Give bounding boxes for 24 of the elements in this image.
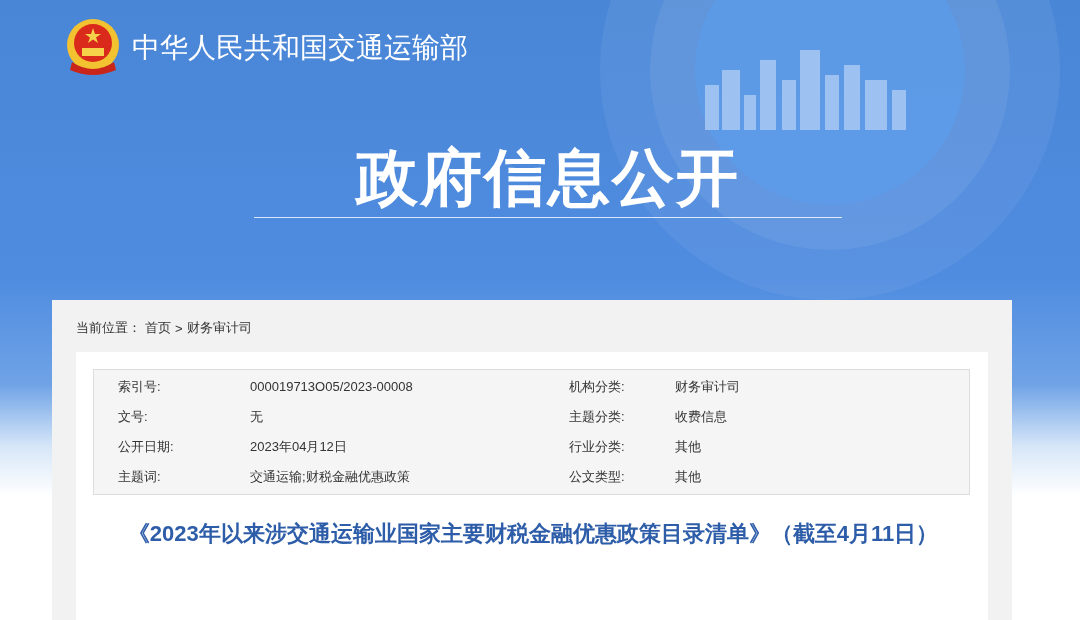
info-label: 索引号: bbox=[118, 378, 162, 396]
section-title: 政府信息公开 bbox=[353, 142, 741, 214]
breadcrumb-separator: > bbox=[175, 320, 183, 336]
ministry-name: 中华人民共和国交通运输部 bbox=[132, 31, 468, 65]
breadcrumb-label: 当前位置： bbox=[76, 319, 141, 337]
info-value: 000019713O05/2023-00008 bbox=[250, 378, 414, 396]
info-value: 交通运输;财税金融优惠政策 bbox=[250, 468, 411, 486]
info-value: 2023年04月12日 bbox=[250, 438, 348, 456]
info-label: 文号: bbox=[118, 408, 149, 426]
info-value: 无 bbox=[250, 408, 264, 426]
national-emblem-icon bbox=[64, 18, 122, 78]
article-title: 《2023年以来涉交通运输业国家主要财税金融优惠政策目录清单》（截至4月11日） bbox=[126, 520, 940, 548]
info-label: 机构分类: bbox=[569, 378, 626, 396]
info-value: 财务审计司 bbox=[675, 378, 741, 396]
info-label: 主题分类: bbox=[569, 408, 626, 426]
breadcrumb-link[interactable]: 财务审计司 bbox=[186, 319, 252, 337]
info-value: 收费信息 bbox=[675, 408, 728, 426]
breadcrumb-link[interactable]: 首页 bbox=[145, 319, 171, 337]
info-label: 行业分类: bbox=[569, 438, 626, 456]
info-label: 公开日期: bbox=[118, 438, 175, 456]
info-label: 公文类型: bbox=[569, 468, 626, 486]
info-value: 其他 bbox=[675, 438, 702, 456]
info-label: 主题词: bbox=[118, 468, 162, 486]
info-value: 其他 bbox=[675, 468, 702, 486]
